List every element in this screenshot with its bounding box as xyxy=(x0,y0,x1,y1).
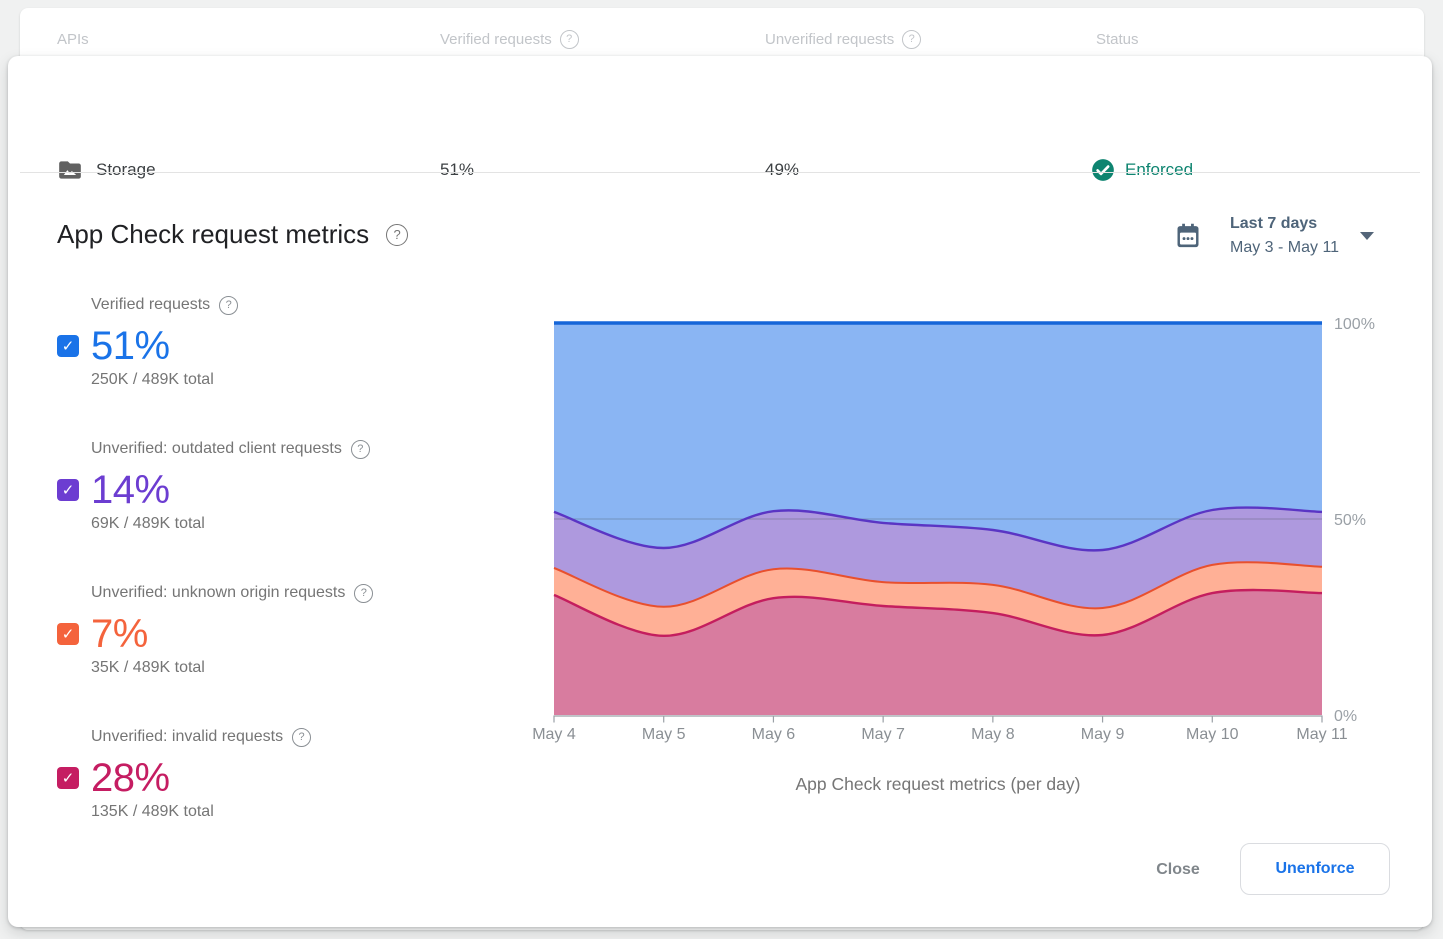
help-icon[interactable] xyxy=(386,224,408,246)
legend-item-unknown-origin: Unverified: unknown origin requests 7% 3… xyxy=(57,583,497,677)
status-label: Enforced xyxy=(1125,160,1193,180)
x-axis-label: May 10 xyxy=(1186,726,1239,743)
x-axis-label: May 11 xyxy=(1296,726,1347,743)
storage-folder-icon xyxy=(57,157,83,183)
help-icon[interactable] xyxy=(902,30,921,49)
verified-requests-value: 51% xyxy=(440,160,474,180)
api-row-storage[interactable]: Storage xyxy=(57,157,156,183)
column-header-verified: Verified requests xyxy=(440,28,579,50)
column-header-status: Status xyxy=(1096,28,1139,50)
column-header-label: Unverified requests xyxy=(765,31,894,48)
x-axis-label: May 5 xyxy=(642,726,686,743)
legend-label: Verified requests xyxy=(91,296,210,314)
legend-label: Unverified: outdated client requests xyxy=(91,440,342,458)
help-icon[interactable] xyxy=(351,440,370,459)
x-axis-label: May 7 xyxy=(861,726,905,743)
section-title: App Check request metrics xyxy=(57,219,369,250)
legend-total: 35K / 489K total xyxy=(91,659,497,677)
api-name: Storage xyxy=(96,160,156,180)
help-icon[interactable] xyxy=(219,296,238,315)
x-axis-label: May 4 xyxy=(532,726,576,743)
date-range-label: Last 7 days xyxy=(1230,212,1339,236)
legend-checkbox-unknown-origin[interactable] xyxy=(57,623,79,645)
legend-label: Unverified: invalid requests xyxy=(91,728,283,746)
x-axis-label: May 9 xyxy=(1081,726,1125,743)
y-axis-label: 50% xyxy=(1334,512,1366,529)
help-icon[interactable] xyxy=(560,30,579,49)
legend-percent: 28% xyxy=(91,756,170,801)
check-circle-icon xyxy=(1090,157,1116,183)
chevron-down-icon xyxy=(1360,232,1374,240)
column-header-label: APIs xyxy=(57,31,89,48)
calendar-icon xyxy=(1174,222,1202,250)
x-axis-label: May 6 xyxy=(752,726,796,743)
chart-caption: App Check request metrics (per day) xyxy=(796,774,1081,794)
legend-total: 135K / 489K total xyxy=(91,803,497,821)
date-range-picker[interactable]: Last 7 days May 3 - May 11 xyxy=(1158,212,1398,260)
stacked-area-chart: May 4 May 5 May 6 May 7 May 8 May 9 May 10 May … xyxy=(508,300,1408,800)
column-header-label: Status xyxy=(1096,31,1139,48)
column-header-label: Verified requests xyxy=(440,31,552,48)
divider xyxy=(20,172,1420,173)
unverified-requests-value: 49% xyxy=(765,160,799,180)
legend-percent: 14% xyxy=(91,468,170,513)
y-axis-label: 100% xyxy=(1334,316,1375,333)
help-icon[interactable] xyxy=(292,728,311,747)
legend-total: 250K / 489K total xyxy=(91,371,497,389)
status-badge: Enforced xyxy=(1090,157,1193,183)
column-header-apis: APIs xyxy=(57,28,89,50)
legend-percent: 51% xyxy=(91,324,170,369)
legend-total: 69K / 489K total xyxy=(91,515,497,533)
close-button[interactable]: Close xyxy=(1128,852,1228,888)
legend-item-invalid: Unverified: invalid requests 28% 135K / … xyxy=(57,727,497,821)
column-header-unverified: Unverified requests xyxy=(765,28,921,50)
app-check-detail-panel: Storage 51% 49% Enforced App Check reque… xyxy=(8,56,1432,927)
legend-checkbox-outdated[interactable] xyxy=(57,479,79,501)
help-icon[interactable] xyxy=(354,584,373,603)
y-axis-label: 0% xyxy=(1334,708,1357,725)
legend-item-outdated: Unverified: outdated client requests 14%… xyxy=(57,439,497,533)
legend-checkbox-verified[interactable] xyxy=(57,335,79,357)
date-range-value: May 3 - May 11 xyxy=(1230,236,1339,260)
legend-label: Unverified: unknown origin requests xyxy=(91,584,345,602)
legend-checkbox-invalid[interactable] xyxy=(57,767,79,789)
x-axis-label: May 8 xyxy=(971,726,1015,743)
legend-percent: 7% xyxy=(91,612,148,657)
unenforce-button[interactable]: Unenforce xyxy=(1240,843,1390,895)
legend-item-verified: Verified requests 51% 250K / 489K total xyxy=(57,295,497,389)
